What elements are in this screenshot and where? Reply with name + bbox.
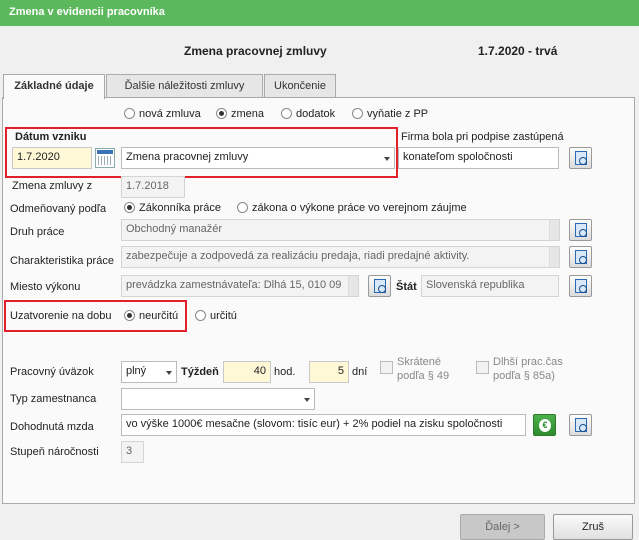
search-icon xyxy=(575,418,587,432)
scrollbar[interactable] xyxy=(549,220,559,240)
hours-input[interactable]: 40 xyxy=(223,361,271,383)
hours-unit: hod. xyxy=(274,366,296,378)
zmena-type-select[interactable]: Zmena pracovnej zmluvy xyxy=(121,147,395,169)
select-value: plný xyxy=(126,365,147,377)
select-value: Zmena pracovnej zmluvy xyxy=(126,151,249,163)
dlhsi-label-2: podľa § 85a) xyxy=(493,370,555,382)
skratene-label-1: Skrátené xyxy=(397,356,442,368)
tab-zakladne-udaje[interactable]: Základné údaje xyxy=(3,74,105,99)
odmenovany-label: Odmeňovaný podľa xyxy=(10,203,107,215)
stupen-input[interactable]: 3 xyxy=(121,441,144,463)
chevron-down-icon xyxy=(304,398,310,402)
cancel-button[interactable]: Zruš xyxy=(553,514,633,540)
tab-ukoncenie[interactable]: Ukončenie xyxy=(264,74,336,98)
charakteristika-lookup-button[interactable] xyxy=(569,246,592,268)
radio-zmena[interactable] xyxy=(216,108,227,119)
search-icon xyxy=(575,223,587,237)
stat-label: Štát xyxy=(396,281,417,293)
field-value: Obchodný manažér xyxy=(126,223,222,235)
radio-neurcitu[interactable] xyxy=(124,310,135,321)
days-unit: dní xyxy=(352,366,368,378)
firma-label: Firma bola pri podpise zastúpená xyxy=(401,131,564,143)
radio-label: dodatok xyxy=(296,108,336,120)
typ-zamestnanca-select[interactable] xyxy=(121,388,315,410)
druh-prace-lookup-button[interactable] xyxy=(569,219,592,241)
mzda-label: Dohodnutá mzda xyxy=(10,421,94,433)
miesto-label: Miesto výkonu xyxy=(10,281,81,293)
search-icon xyxy=(575,250,587,264)
tab-label: Ďalšie náležitosti zmluvy xyxy=(124,80,245,92)
miesto-input[interactable]: prevádzka zamestnávateľa: Dlhá 15, 010 0… xyxy=(121,275,359,297)
zmena-zmluvy-label: Zmena zmluvy z xyxy=(12,180,93,192)
radio-label: zmena xyxy=(231,108,265,120)
radio-label: určitú xyxy=(210,310,237,322)
charakteristika-input[interactable]: zabezpečuje a zodpovedá za realizáciu pr… xyxy=(121,246,560,268)
uvazok-select[interactable]: plný xyxy=(121,361,177,383)
window-title: Zmena v evidencii pracovníka xyxy=(9,6,165,18)
chevron-down-icon xyxy=(384,157,390,161)
mzda-calculator-button[interactable]: € xyxy=(533,414,556,436)
firma-input[interactable]: konateľom spoločnosti xyxy=(398,147,559,169)
miesto-lookup-button[interactable] xyxy=(368,275,391,297)
firma-lookup-button[interactable] xyxy=(569,147,592,169)
tyzden-label: Týždeň xyxy=(181,366,219,378)
radio-label: nová zmluva xyxy=(139,108,201,120)
dlhsi-checkbox[interactable] xyxy=(476,361,489,374)
druh-prace-input[interactable]: Obchodný manažér xyxy=(121,219,560,241)
radio-urcitu[interactable] xyxy=(195,310,206,321)
stupen-label: Stupeň náročnosti xyxy=(10,446,99,458)
page-title: Zmena pracovnej zmluvy xyxy=(184,44,327,58)
window-titlebar: Zmena v evidencii pracovníka xyxy=(0,0,639,26)
calendar-icon[interactable] xyxy=(95,148,115,168)
radio-label: zákona o výkone práce vo verejnom záujme xyxy=(252,202,467,214)
skratene-label-2: podľa § 49 xyxy=(397,370,450,382)
skratene-checkbox[interactable] xyxy=(380,361,393,374)
stat-lookup-button[interactable] xyxy=(569,275,592,297)
datum-vzniku-input[interactable]: 1.7.2020 xyxy=(12,147,92,169)
radio-nova-zmluva[interactable] xyxy=(124,108,135,119)
stat-input[interactable]: Slovenská republika xyxy=(421,275,559,297)
uzatvorenie-label: Uzatvorenie na dobu xyxy=(10,310,112,322)
radio-dodatok[interactable] xyxy=(281,108,292,119)
zmena-zmluvy-input[interactable]: 1.7.2018 xyxy=(121,176,185,198)
field-value: zabezpečuje a zodpovedá za realizáciu pr… xyxy=(126,250,470,262)
search-icon xyxy=(575,151,587,165)
radio-vynatie[interactable] xyxy=(352,108,363,119)
scrollbar[interactable] xyxy=(549,247,559,267)
tab-label: Základné údaje xyxy=(14,80,94,92)
radio-zakonnika-prace[interactable] xyxy=(124,202,135,213)
druh-prace-label: Druh práce xyxy=(10,226,65,238)
mzda-input[interactable]: vo výške 1000€ mesačne (slovom: tisíc eu… xyxy=(121,414,526,436)
radio-verejny-zaujem[interactable] xyxy=(237,202,248,213)
mzda-lookup-button[interactable] xyxy=(569,414,592,436)
dlhsi-label-1: Dlhší prac.čas xyxy=(493,356,563,368)
search-icon xyxy=(374,279,386,293)
radio-label: neurčitú xyxy=(139,310,179,322)
datum-vzniku-label: Dátum vzniku xyxy=(15,131,87,143)
next-button[interactable]: Ďalej > xyxy=(460,514,545,540)
chevron-down-icon xyxy=(166,371,172,375)
radio-label: Zákonníka práce xyxy=(139,202,221,214)
scrollbar[interactable] xyxy=(348,276,358,296)
tab-label: Ukončenie xyxy=(274,80,326,92)
days-input[interactable]: 5 xyxy=(309,361,349,383)
tab-dalsie-nalezitosti[interactable]: Ďalšie náležitosti zmluvy xyxy=(106,74,263,98)
date-status: 1.7.2020 - trvá xyxy=(478,44,558,58)
uvazok-label: Pracovný úväzok xyxy=(10,366,94,378)
euro-icon: € xyxy=(539,419,551,432)
search-icon xyxy=(575,279,587,293)
charakteristika-label: Charakteristika práce xyxy=(10,255,114,267)
field-value: prevádzka zamestnávateľa: Dlhá 15, 010 0… xyxy=(126,279,342,291)
radio-label: vyňatie z PP xyxy=(367,108,429,120)
typ-zamestnanca-label: Typ zamestnanca xyxy=(10,393,97,405)
